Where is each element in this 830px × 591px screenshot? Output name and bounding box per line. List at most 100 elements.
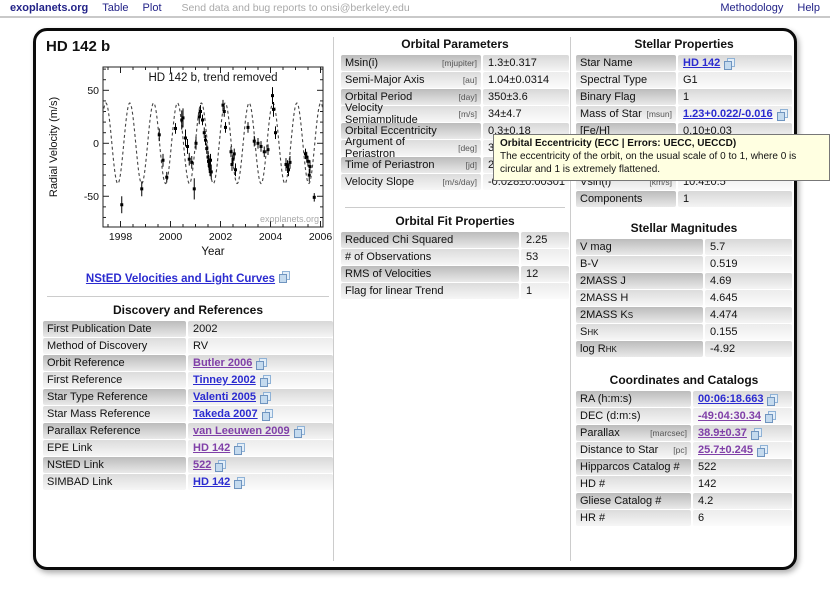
row-value: 4.2 (693, 493, 792, 509)
row-label: SIMBAD Link (43, 474, 186, 490)
value-link[interactable]: HD 142 (193, 442, 230, 454)
rv-chart-wrap: 19982000200220042006-50050Radial Velocit… (43, 59, 333, 266)
value-link[interactable]: Takeda 2007 (193, 408, 258, 420)
copy-icon[interactable] (751, 428, 762, 439)
tooltip-body: The eccentricity of the orbit, on the us… (500, 150, 823, 176)
row-label: V mag (576, 239, 703, 255)
table-row: Star Mass Reference Takeda 2007 (43, 406, 333, 422)
row-value: 0.155 (705, 324, 792, 340)
value-link[interactable]: 00:06:18.663 (698, 393, 763, 405)
copy-icon[interactable] (256, 358, 267, 369)
row-label: HD # (576, 476, 691, 492)
copy-icon[interactable] (234, 443, 245, 454)
table-row: Star NameHD 142 (576, 55, 792, 71)
value-link[interactable]: 38.9±0.37 (698, 427, 747, 439)
value-link[interactable]: Tinney 2002 (193, 374, 256, 386)
table-row: 2MASS J4.69 (576, 273, 792, 289)
value-link[interactable]: -49:04:30.34 (698, 410, 761, 422)
discovery-section-title: Discovery and References (43, 303, 333, 317)
copy-icon[interactable] (279, 271, 290, 282)
value-link[interactable]: 1.23+0.022/-0.016 (683, 108, 773, 120)
row-label: RA (h:m:s) (576, 391, 691, 407)
row-label: # of Observations (341, 249, 519, 265)
copy-icon[interactable] (777, 109, 788, 120)
svg-text:50: 50 (87, 85, 99, 97)
row-label: Semi-Major Axis[au] (341, 72, 481, 88)
row-value: 1 (678, 191, 792, 207)
table-row: log RHK-4.92 (576, 341, 792, 357)
orbital-section-title: Orbital Parameters (341, 37, 569, 51)
nav-methodology-link[interactable]: Methodology (720, 2, 783, 14)
row-label: Time of Periastron[jd] (341, 157, 481, 173)
unit-label: [mjupiter] (442, 58, 481, 68)
brand-link[interactable]: exoplanets.org (10, 2, 88, 14)
copy-icon[interactable] (765, 411, 776, 422)
row-label: First Reference (43, 372, 186, 388)
nav-plot-link[interactable]: Plot (143, 2, 162, 14)
value-link[interactable]: HD 142 (193, 476, 230, 488)
row-value: RV (188, 338, 333, 354)
copy-icon[interactable] (260, 392, 271, 403)
orbital-fit-table: Reduced Chi Squared2.25# of Observations… (341, 232, 569, 299)
copy-icon[interactable] (767, 394, 778, 405)
svg-text:exoplanets.org: exoplanets.org (260, 214, 319, 224)
row-label: Star Mass Reference (43, 406, 186, 422)
svg-text:2002: 2002 (209, 231, 233, 243)
nav-help-link[interactable]: Help (797, 2, 820, 14)
row-value: HD 142 (678, 55, 792, 71)
table-row: SIMBAD Link HD 142 (43, 474, 333, 490)
nsted-link-row: NStED Velocities and Light Curves (43, 269, 333, 287)
row-value: 4.69 (705, 273, 792, 289)
value-link[interactable]: Butler 2006 (193, 357, 252, 369)
bug-report-note: Send data and bug reports to onsi@berkel… (182, 2, 410, 14)
svg-text:2004: 2004 (259, 231, 283, 243)
table-row: Gliese Catalog #4.2 (576, 493, 792, 509)
unit-label: [pc] (673, 445, 691, 455)
row-label: 2MASS J (576, 273, 703, 289)
rv-chart: 19982000200220042006-50050Radial Velocit… (43, 59, 335, 261)
nav-table-link[interactable]: Table (102, 2, 128, 14)
copy-icon[interactable] (724, 58, 735, 69)
copy-icon[interactable] (262, 409, 273, 420)
left-column: HD 142 b 19982000200220042006-50050Radia… (43, 35, 333, 491)
row-value: 6 (693, 510, 792, 526)
table-row: SHK0.155 (576, 324, 792, 340)
row-label: Velocity Semiamplitude[m/s] (341, 106, 481, 122)
unit-label: [m/s] (459, 109, 481, 119)
copy-icon[interactable] (215, 460, 226, 471)
table-row: Orbit ReferenceButler 2006 (43, 355, 333, 371)
svg-text:Radial Velocity (m/s): Radial Velocity (m/s) (48, 97, 60, 197)
table-row: Components1 (576, 191, 792, 207)
value-link[interactable]: 25.7±0.245 (698, 444, 753, 456)
middle-divider (345, 207, 565, 208)
row-value: 5.7 (705, 239, 792, 255)
table-row: Star Type ReferenceValenti 2005 (43, 389, 333, 405)
unit-label: [day] (459, 92, 481, 102)
coords-section-title: Coordinates and Catalogs (576, 373, 792, 387)
table-row: HD #142 (576, 476, 792, 492)
value-link[interactable]: van Leeuwen 2009 (193, 425, 290, 437)
value-link[interactable]: HD 142 (683, 57, 720, 69)
value-link[interactable]: Valenti 2005 (193, 391, 256, 403)
copy-icon[interactable] (260, 375, 271, 386)
table-row: DEC (d:m:s)-49:04:30.34 (576, 408, 792, 424)
value-link[interactable]: 522 (193, 459, 211, 471)
copy-icon[interactable] (294, 426, 305, 437)
copy-icon[interactable] (234, 477, 245, 488)
row-label: Distance to Star[pc] (576, 442, 691, 458)
table-row: # of Observations53 (341, 249, 569, 265)
row-value: -4.92 (705, 341, 792, 357)
table-row: First Reference Tinney 2002 (43, 372, 333, 388)
unit-label: [msun] (646, 109, 676, 119)
table-row: Parallax Referencevan Leeuwen 2009 (43, 423, 333, 439)
row-label: Binary Flag (576, 89, 676, 105)
row-value: HD 142 (188, 440, 333, 456)
row-label: SHK (576, 324, 703, 340)
copy-icon[interactable] (757, 445, 768, 456)
row-value: -49:04:30.34 (693, 408, 792, 424)
unit-label: [marcsec] (650, 428, 691, 438)
table-row: Mass of Star[msun]1.23+0.022/-0.016 (576, 106, 792, 122)
nsted-velocities-link[interactable]: NStED Velocities and Light Curves (86, 273, 275, 285)
row-value: Tinney 2002 (188, 372, 333, 388)
table-row: Msin(i)[mjupiter]1.3±0.317 (341, 55, 569, 71)
